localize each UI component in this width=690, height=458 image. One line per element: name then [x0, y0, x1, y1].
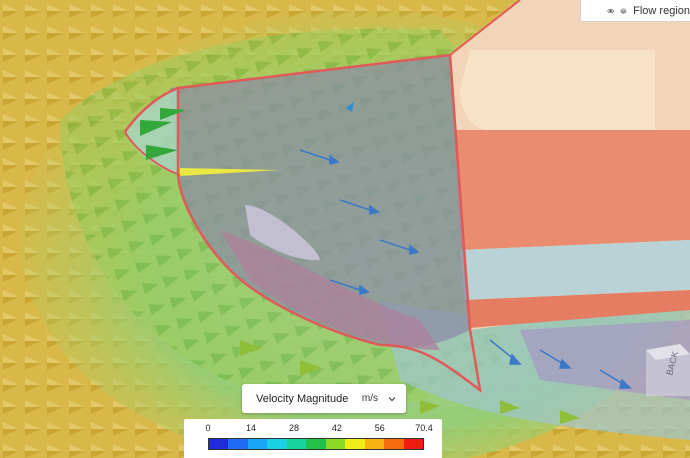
- eye-icon[interactable]: [607, 5, 615, 17]
- chevron-down-icon: [388, 396, 396, 401]
- quantity-label: Velocity Magnitude: [256, 392, 349, 405]
- navigation-cube[interactable]: BACK: [636, 340, 690, 396]
- legend-tick-label: 0: [205, 423, 211, 433]
- legend-ticks: 0 14 28 42 56 70.4: [184, 423, 442, 435]
- scene-tree-panel: Flow region: [580, 0, 690, 22]
- legend-color-segment: [228, 439, 248, 449]
- legend-color-segment: [384, 439, 404, 449]
- legend-color-segment: [325, 439, 346, 449]
- 3d-viewport[interactable]: Flow region BACK Velocity Magnitude m/s …: [0, 0, 690, 458]
- legend-tick-label: 56: [374, 423, 385, 433]
- legend-color-segment: [345, 439, 365, 449]
- legend-color-segment: [364, 439, 385, 449]
- legend-tick-label: 70.4: [415, 423, 433, 433]
- unit-label: m/s: [361, 393, 378, 404]
- legend-color-segment: [247, 439, 268, 449]
- legend-color-bar: [208, 438, 424, 450]
- legend-tick-label: 14: [245, 423, 256, 433]
- cube-icon: [620, 7, 627, 14]
- legend-color-segment: [209, 439, 229, 449]
- legend-color-segment: [286, 439, 307, 449]
- legend-color-segment: [403, 439, 423, 449]
- legend-tick-label: 42: [331, 423, 342, 433]
- legend-tick-label: 28: [288, 423, 299, 433]
- color-legend: 0 14 28 42 56 70.4: [184, 419, 442, 458]
- legend-color-segment: [306, 439, 326, 449]
- tree-item-flow-region[interactable]: Flow region: [633, 5, 690, 17]
- legend-color-segment: [267, 439, 287, 449]
- result-quantity-selector[interactable]: Velocity Magnitude m/s: [242, 384, 406, 413]
